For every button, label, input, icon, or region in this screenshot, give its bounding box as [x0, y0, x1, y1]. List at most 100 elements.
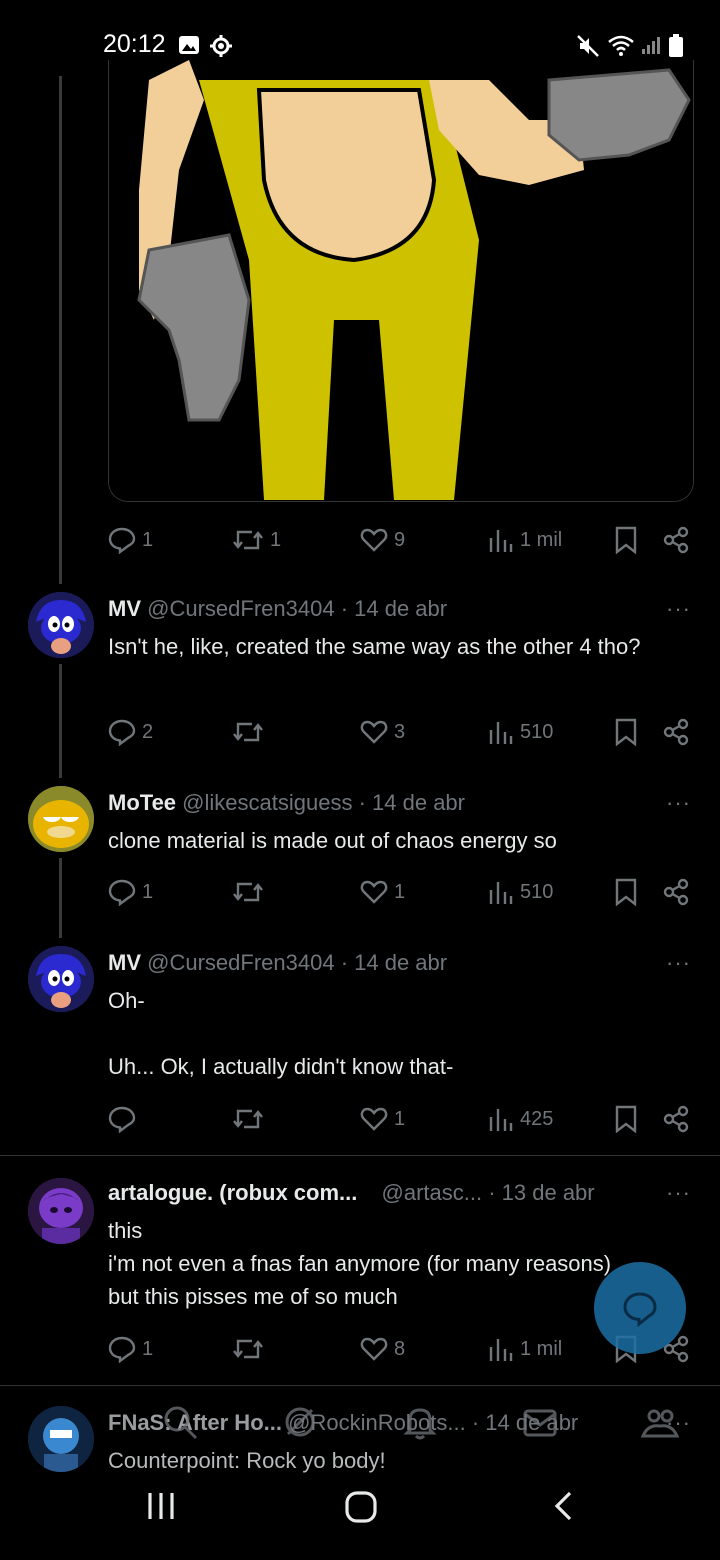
user-handle[interactable]: @CursedFren3404	[147, 950, 334, 975]
display-name[interactable]: artalogue. (robux com...	[108, 1180, 357, 1205]
status-time: 20:12	[103, 30, 166, 58]
bookmark-icon[interactable]	[614, 718, 638, 746]
reply-button[interactable]: 1	[108, 1335, 153, 1363]
avatar[interactable]	[28, 946, 94, 1012]
bookmark-icon[interactable]	[614, 878, 638, 906]
repost-count: 1	[270, 528, 282, 551]
display-name[interactable]: MV	[108, 596, 141, 621]
views-icon	[489, 1109, 513, 1131]
avatar-image	[28, 592, 94, 658]
like-count: 1	[394, 880, 406, 903]
share-icon[interactable]	[662, 526, 690, 554]
avatar[interactable]	[28, 1406, 94, 1472]
post-header: MV @CursedFren3404 · 14 de abr	[108, 596, 447, 622]
views-icon	[489, 530, 513, 552]
reply-button[interactable]: 1	[108, 878, 153, 906]
like-button[interactable]: 9	[360, 526, 405, 554]
post-text-line: i'm not even a fnas fan anymore (for man…	[108, 1251, 612, 1276]
home-icon[interactable]	[344, 1490, 378, 1524]
post-media-image[interactable]	[108, 60, 694, 502]
repost-button[interactable]	[232, 1335, 270, 1363]
views-button[interactable]: 510	[488, 718, 553, 746]
post-date: · 14 de abr	[340, 596, 448, 621]
repost-icon	[233, 722, 263, 742]
battery-icon	[669, 34, 683, 57]
avatar[interactable]	[28, 592, 94, 658]
like-button[interactable]: 3	[360, 718, 405, 746]
back-icon[interactable]	[550, 1490, 576, 1522]
post-header: MV @CursedFren3404 · 14 de abr	[108, 950, 447, 976]
bookmark-icon[interactable]	[614, 526, 638, 554]
compose-button[interactable]	[594, 1262, 686, 1354]
views-button[interactable]: 425	[488, 1105, 553, 1133]
display-name[interactable]: MV	[108, 950, 141, 975]
recents-icon[interactable]	[145, 1490, 177, 1522]
avatar-image	[28, 1178, 94, 1244]
post-date: · 14 de abr	[340, 950, 448, 975]
reply-count: 1	[142, 1337, 154, 1360]
more-options-button[interactable]: ···	[666, 950, 691, 976]
repost-button[interactable]: 1	[232, 526, 281, 554]
like-count: 8	[394, 1337, 406, 1360]
post-text-line: Uh... Ok, I actually didn't know that-	[108, 1054, 454, 1079]
post-date: · 13 de abr	[488, 1180, 595, 1205]
views-button[interactable]: 1 mil	[488, 1335, 562, 1363]
share-icon[interactable]	[662, 878, 690, 906]
search-icon[interactable]	[160, 1402, 200, 1442]
post-text-line: this	[108, 1218, 143, 1243]
like-icon	[360, 880, 388, 904]
more-options-button[interactable]: ···	[666, 790, 691, 816]
views-button[interactable]: 510	[488, 878, 553, 906]
reply-count: 1	[142, 880, 154, 903]
repost-icon	[233, 882, 263, 902]
picture-icon	[179, 36, 199, 54]
bookmark-icon[interactable]	[614, 1105, 638, 1133]
more-options-button[interactable]: ···	[666, 1180, 691, 1206]
grok-icon[interactable]	[280, 1402, 320, 1442]
post-text: Counterpoint: Rock yo body!	[108, 1448, 386, 1473]
divider	[0, 1385, 720, 1386]
reply-count: 2	[142, 720, 154, 743]
views-icon	[489, 722, 513, 744]
reply-button[interactable]: 2	[108, 718, 153, 746]
avatar-image	[28, 786, 94, 852]
post-date: · 14 de abr	[358, 790, 465, 815]
display-name[interactable]: MoTee	[108, 790, 176, 815]
user-handle[interactable]: @CursedFren3404	[147, 596, 334, 621]
views-icon	[489, 1339, 513, 1361]
share-icon[interactable]	[662, 718, 690, 746]
like-icon	[360, 1337, 388, 1361]
bell-icon[interactable]	[400, 1402, 440, 1442]
like-button[interactable]: 1	[360, 1105, 405, 1133]
like-count: 3	[394, 720, 406, 743]
share-icon[interactable]	[662, 1105, 690, 1133]
repost-button[interactable]	[232, 1105, 270, 1133]
mail-icon[interactable]	[520, 1402, 560, 1442]
avatar[interactable]	[28, 1178, 94, 1244]
avatar[interactable]	[28, 786, 94, 852]
communities-icon[interactable]	[640, 1402, 680, 1442]
post-header: artalogue. (robux com... @artasc... · 13…	[108, 1180, 595, 1206]
character-drawing	[109, 60, 693, 501]
reply-button[interactable]: 1	[108, 526, 153, 554]
post-text: clone material is made out of chaos ener…	[108, 828, 557, 853]
user-handle[interactable]: @artasc...	[382, 1180, 483, 1205]
more-options-button[interactable]: ···	[666, 596, 691, 622]
repost-button[interactable]	[232, 878, 270, 906]
gear-icon	[210, 35, 232, 57]
repost-button[interactable]	[232, 718, 270, 746]
reply-icon	[108, 1106, 136, 1133]
like-icon	[360, 1107, 388, 1131]
views-count: 510	[520, 720, 554, 743]
post-text: Isn't he, like, created the same way as …	[108, 634, 641, 659]
like-icon	[360, 720, 388, 744]
divider	[0, 1155, 720, 1156]
thread-line	[59, 664, 62, 778]
reply-button[interactable]	[108, 1105, 142, 1133]
avatar-image	[28, 1406, 94, 1472]
signal-icon	[642, 37, 660, 54]
views-button[interactable]: 1 mil	[488, 526, 562, 554]
user-handle[interactable]: @likescatsiguess	[182, 790, 352, 815]
like-button[interactable]: 1	[360, 878, 405, 906]
like-button[interactable]: 8	[360, 1335, 405, 1363]
